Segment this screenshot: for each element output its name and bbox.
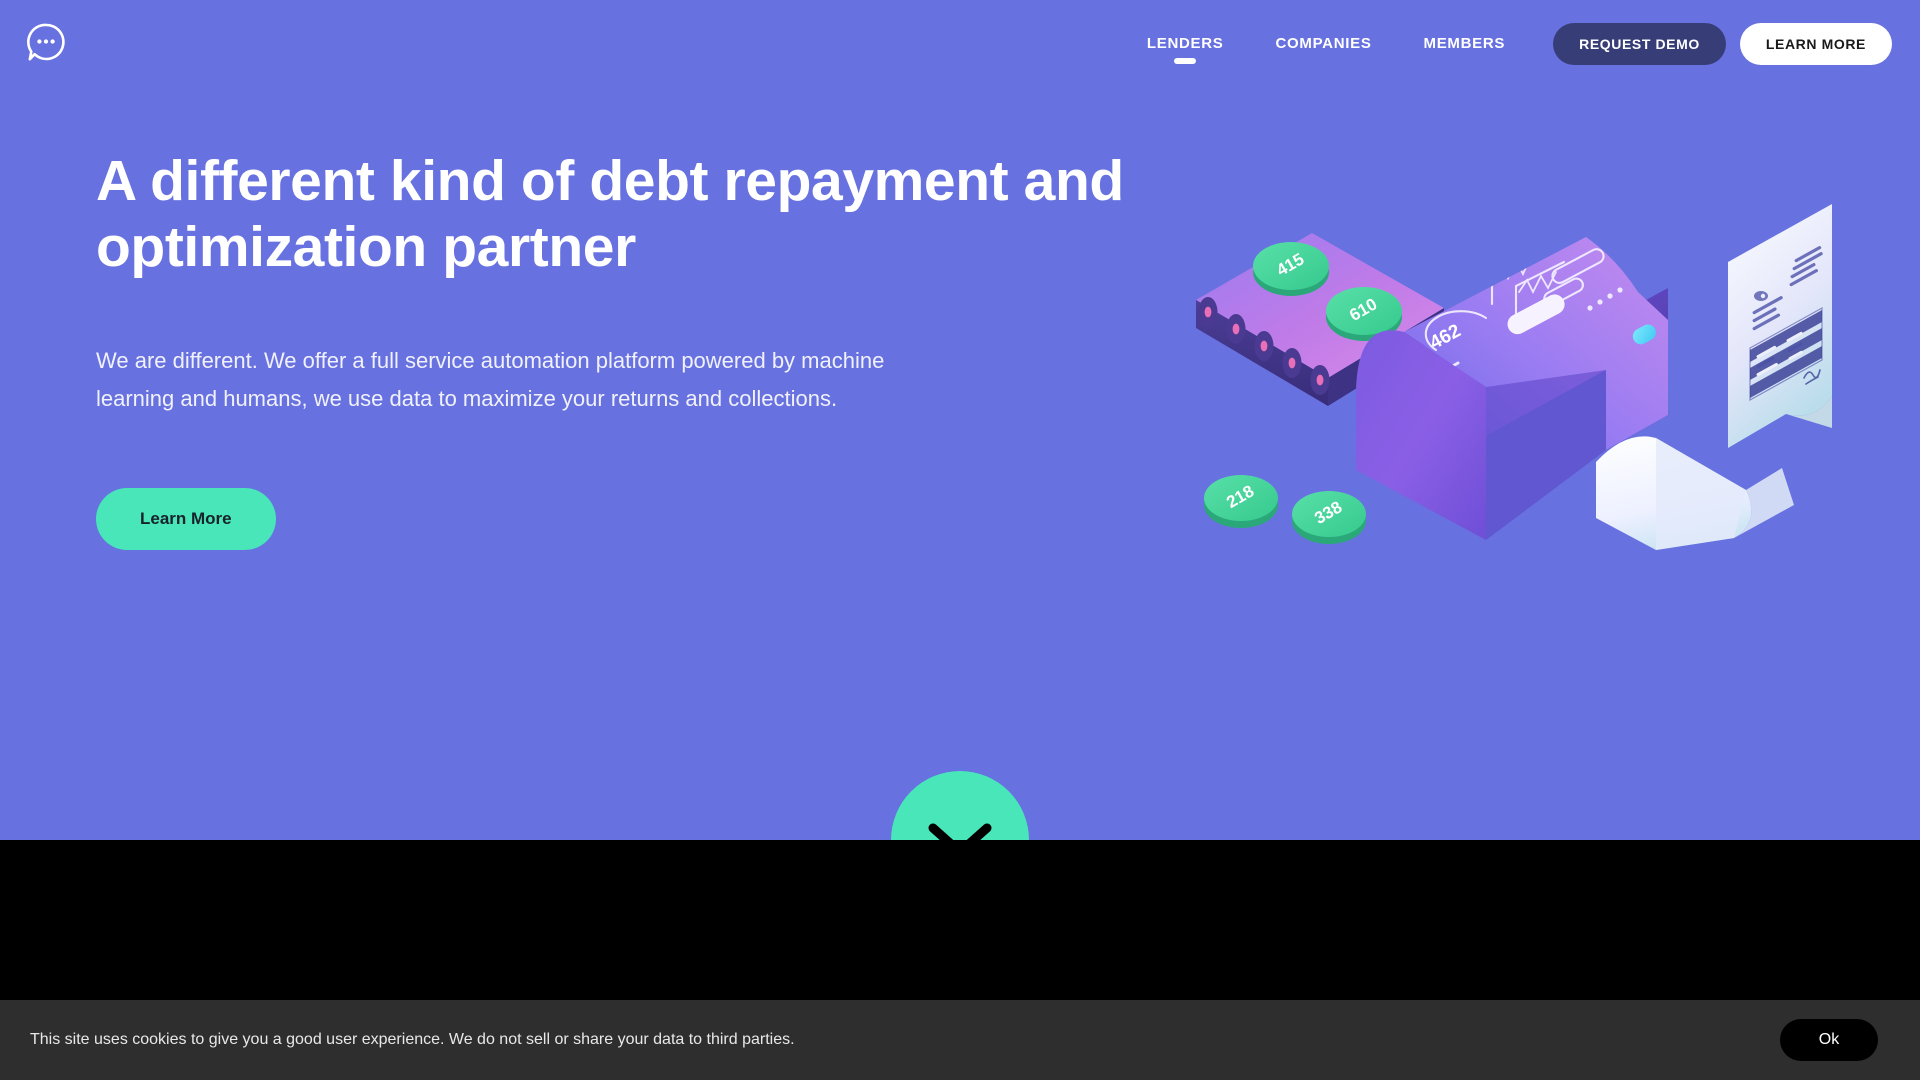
hero-content: A different kind of debt repayment and o… bbox=[96, 148, 1226, 550]
hero-learn-more-button[interactable]: Learn More bbox=[96, 487, 276, 550]
top-navigation: LENDERS COMPANIES MEMBERS REQUEST DEMO L… bbox=[0, 0, 1920, 88]
isometric-payment-machine-graphic: 415 610 218 338 462 bbox=[1196, 204, 1832, 550]
invoice-document bbox=[1728, 204, 1832, 448]
nav-right-group: LENDERS COMPANIES MEMBERS REQUEST DEMO L… bbox=[1121, 0, 1892, 88]
chevron-down-icon bbox=[928, 823, 992, 840]
hero-subcopy: We are different. We offer a full servic… bbox=[96, 348, 885, 412]
nav-item-lenders-label: LENDERS bbox=[1146, 35, 1224, 52]
nav-item-members[interactable]: MEMBERS bbox=[1398, 0, 1532, 88]
scroll-down-button[interactable] bbox=[891, 771, 1029, 840]
invoice-logo-icon bbox=[1754, 291, 1768, 301]
hero-section: LENDERS COMPANIES MEMBERS REQUEST DEMO L… bbox=[0, 0, 1920, 840]
nav-item-companies[interactable]: COMPANIES bbox=[1250, 0, 1398, 88]
page-root: LENDERS COMPANIES MEMBERS REQUEST DEMO L… bbox=[0, 0, 1920, 1080]
cookie-message: This site uses cookies to give you a goo… bbox=[30, 1031, 795, 1048]
coin-415: 415 bbox=[1253, 242, 1329, 296]
nav-active-underline bbox=[1174, 58, 1197, 64]
nav-learn-more-button[interactable]: LEARN MORE bbox=[1739, 23, 1892, 65]
nav-item-members-label: MEMBERS bbox=[1423, 35, 1506, 52]
printed-paper bbox=[1596, 436, 1794, 550]
brand-logo[interactable] bbox=[18, 14, 74, 70]
chat-bubble-dots-icon bbox=[27, 23, 65, 61]
hero-illustration: 415 610 218 338 462 bbox=[1186, 200, 1886, 570]
nav-item-companies-label: COMPANIES bbox=[1275, 35, 1372, 52]
cookie-accept-button[interactable]: Ok bbox=[1780, 1019, 1878, 1061]
page-title: A different kind of debt repayment and o… bbox=[96, 149, 1124, 280]
cookie-consent-banner: This site uses cookies to give you a goo… bbox=[0, 1000, 1920, 1080]
nav-item-lenders[interactable]: LENDERS bbox=[1121, 0, 1250, 88]
request-demo-button[interactable]: REQUEST DEMO bbox=[1553, 23, 1726, 65]
coin-338: 338 bbox=[1292, 491, 1366, 544]
